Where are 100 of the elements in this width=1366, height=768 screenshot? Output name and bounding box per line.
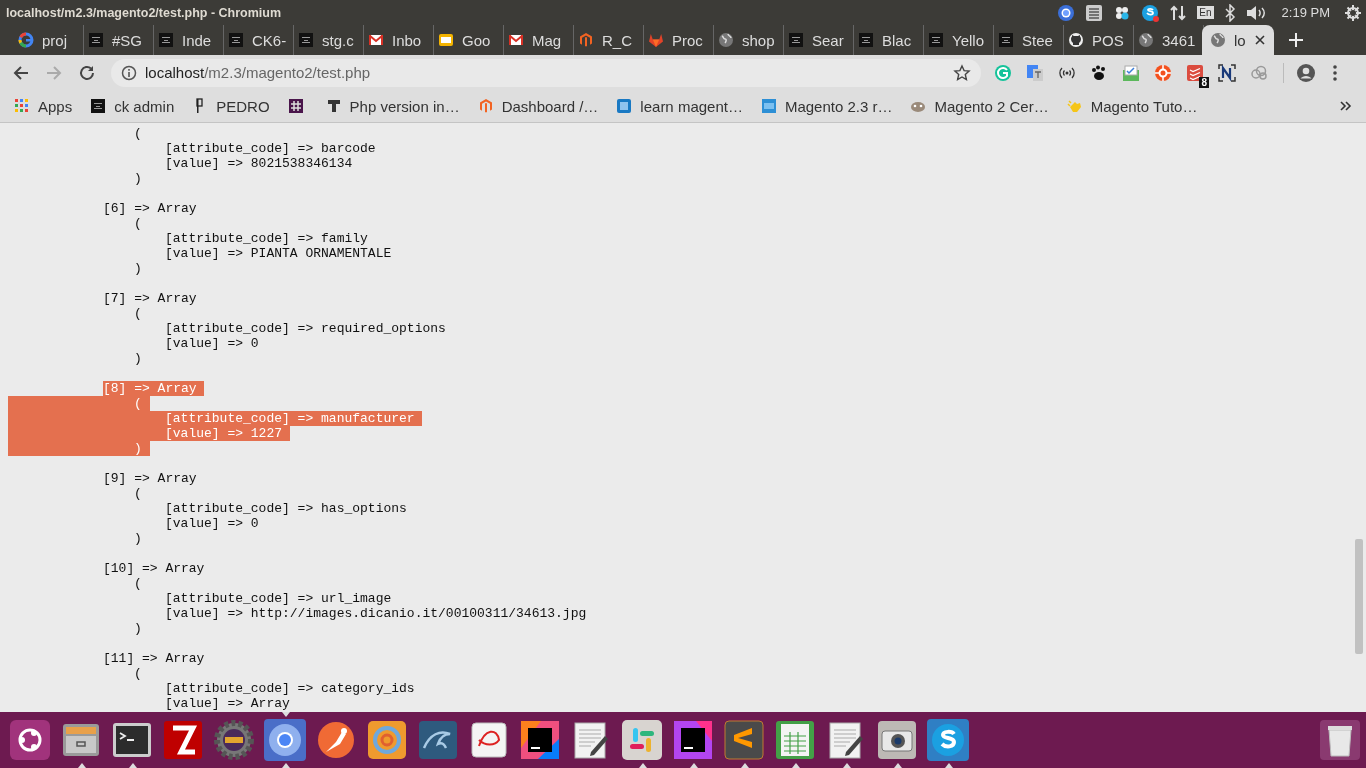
clock[interactable]: 2:19 PM (1281, 5, 1330, 20)
output-line: ( (134, 486, 142, 501)
menu-icon[interactable] (1332, 63, 1338, 82)
output-line: [value] => PIANTA ORNAMENTALE (165, 246, 392, 261)
fox-logo-icon (648, 32, 664, 48)
swirl-icon[interactable] (365, 718, 409, 762)
window-title: localhost/m2.3/magento2/test.php - Chromium (6, 5, 283, 20)
output-line: [attribute_code] => family (165, 231, 368, 246)
reload-icon[interactable] (78, 63, 96, 82)
camera-icon[interactable] (875, 718, 919, 762)
bookmark[interactable]: Php version in… (325, 97, 460, 115)
output-line: ( (134, 216, 142, 231)
square-logo-icon (298, 32, 314, 48)
output-line: ( (134, 126, 142, 141)
output-line: [6] => Array (103, 201, 197, 216)
bookmark[interactable]: learn magent… (616, 97, 743, 115)
spreadsheet-icon[interactable] (773, 718, 817, 762)
output-line: ) (134, 531, 142, 546)
output-line: [10] => Array (103, 561, 205, 576)
address-bar[interactable]: localhost/m2.3/magento2/test.php (111, 58, 981, 87)
bluetooth-icon[interactable] (1223, 3, 1236, 22)
bookmark[interactable]: ck admin (90, 97, 175, 115)
code-ide-icon[interactable] (518, 718, 562, 762)
output-line: ) (134, 171, 142, 186)
globe-icon (1138, 32, 1154, 48)
output-line: [7] => Array (103, 291, 197, 306)
square-logo-icon (998, 32, 1014, 48)
envelope-check-icon[interactable] (1122, 63, 1140, 82)
gear-icon[interactable] (212, 718, 256, 762)
bookmark[interactable]: Magento Tuto… (1066, 97, 1198, 115)
output-line: [attribute_code] => has_options (165, 501, 407, 516)
apps-grid-icon (14, 98, 30, 114)
list-icon[interactable] (1085, 3, 1104, 22)
four-bars-icon[interactable] (620, 718, 664, 762)
mail-icon (508, 32, 524, 48)
output-line: ) (134, 621, 142, 636)
output-line: [9] => Array (103, 471, 197, 486)
new-tab-icon[interactable] (1288, 32, 1304, 48)
browser-icon[interactable] (1057, 3, 1076, 22)
bookmark[interactable]: PEDRO (192, 97, 270, 115)
star-icon[interactable] (953, 63, 971, 82)
ubuntu-logo-icon[interactable] (8, 718, 52, 762)
square-logo-icon (88, 32, 104, 48)
output-line: [value] => 8021538346134 (165, 156, 353, 171)
trash-icon[interactable] (1318, 718, 1362, 762)
close-icon[interactable] (1254, 34, 1266, 46)
bookmark[interactable]: Dashboard /… (477, 97, 599, 115)
square-logo-icon (928, 32, 944, 48)
target-icon[interactable] (1154, 63, 1172, 82)
globe-icon (718, 32, 734, 48)
zigzag-tile-icon[interactable] (161, 718, 205, 762)
square-logo-icon (90, 98, 107, 114)
output-line: [value] => 0 (165, 336, 259, 351)
bookmark[interactable]: Magento 2.3 r… (760, 97, 893, 115)
output-line: ( (134, 576, 142, 591)
output-line: ( (134, 666, 142, 681)
square-logo-icon (228, 32, 244, 48)
count-badge: 8 (1199, 76, 1209, 88)
pin-icon (325, 98, 342, 114)
output-line: [attribute_code] => url_image (165, 591, 392, 606)
output-line: [attribute_code] => category_ids (165, 681, 415, 696)
info-icon[interactable] (121, 64, 137, 81)
more-bookmarks-icon[interactable] (1340, 100, 1352, 112)
square-logo-icon (158, 32, 174, 48)
translate-icon[interactable] (1026, 63, 1044, 82)
account-icon[interactable] (1296, 62, 1316, 83)
network-arrows-icon[interactable] (1169, 3, 1188, 22)
output-line: [11] => Array (103, 651, 205, 666)
output-line: ( (134, 306, 142, 321)
globe-icon (1210, 32, 1226, 48)
bookmark-icon[interactable] (287, 98, 304, 114)
hand-icon (1066, 98, 1083, 114)
scrollbar-thumb[interactable] (1355, 539, 1363, 654)
hexagon-logo-icon (477, 98, 494, 114)
bookmark[interactable]: Magento 2 Cer… (910, 97, 1049, 115)
mail-icon (368, 32, 384, 48)
back-icon[interactable] (12, 63, 30, 82)
output-line: ) (134, 351, 142, 366)
window-tile-icon (760, 98, 777, 114)
chat-cloud-icon[interactable] (926, 718, 970, 762)
bookmark[interactable]: Apps (14, 97, 73, 115)
square-logo-icon (858, 32, 874, 48)
browser-tab[interactable]: lo (1202, 25, 1274, 55)
dolphin-icon[interactable] (416, 718, 460, 762)
skype-icon[interactable] (1141, 3, 1160, 22)
output-line: ) (134, 261, 142, 276)
stacked-list-icon[interactable] (1186, 63, 1204, 82)
output-line: [attribute_code] => required_options (165, 321, 446, 336)
volume-icon[interactable] (1245, 3, 1268, 22)
keyboard-layout-indicator[interactable]: En (1197, 6, 1214, 19)
browser-icon[interactable] (263, 718, 307, 762)
google-icon (18, 32, 34, 48)
square-logo-icon (788, 32, 804, 48)
tile-logo-icon (616, 98, 633, 114)
paw-icon[interactable] (1090, 63, 1108, 82)
bracket-box-icon[interactable] (1218, 63, 1236, 82)
octocat-icon (1068, 32, 1084, 48)
code-ide-icon[interactable] (671, 718, 715, 762)
slides-icon (438, 32, 454, 48)
output-line: [value] => http://images.dicanio.it/00100311/34613.jpg (165, 606, 587, 621)
